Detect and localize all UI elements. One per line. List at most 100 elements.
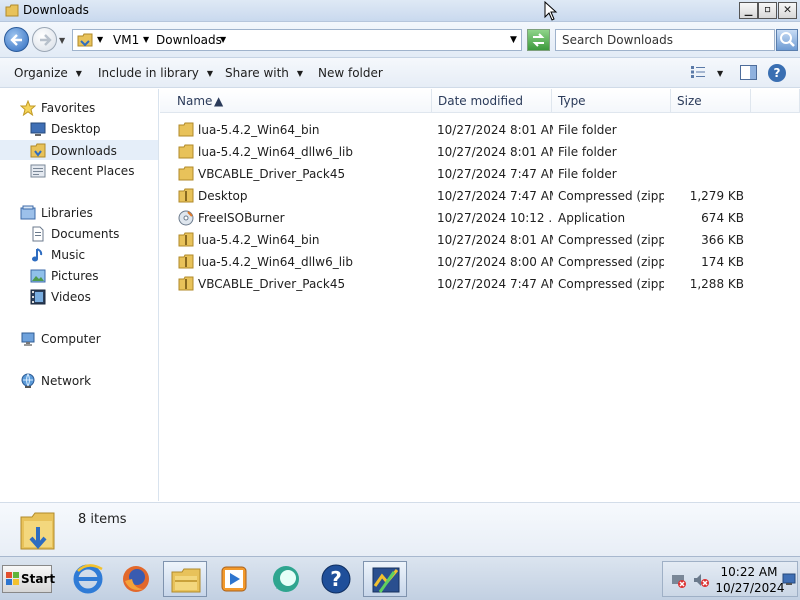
breadcrumb-vm1[interactable]: VM1 [113, 33, 139, 47]
column-header-type[interactable]: Type [552, 89, 671, 113]
window-title: Downloads [23, 3, 89, 17]
music-icon [32, 248, 43, 262]
nav-libraries[interactable]: Libraries [0, 203, 158, 223]
file-size: 366 KB [701, 233, 744, 247]
minimize-button[interactable]: _ [739, 2, 758, 19]
column-header-date[interactable]: Date modified [432, 89, 552, 113]
folder-icon [178, 144, 194, 159]
nav-computer-label: Computer [41, 332, 101, 346]
table-row[interactable]: lua-5.4.2_Win64_bin 10/27/2024 8:01 AM C… [160, 229, 760, 251]
organize-label: Organize [14, 66, 68, 80]
network-disconnected-icon[interactable] [671, 572, 687, 588]
navigation-pane: Favorites Desktop Downloads Recent Place… [0, 89, 159, 501]
nav-documents[interactable]: Documents [0, 224, 158, 244]
refresh-button[interactable] [527, 29, 550, 51]
firefox-icon[interactable] [114, 561, 158, 597]
help-icon[interactable]: ? [314, 561, 358, 597]
start-button[interactable]: Start [2, 565, 55, 593]
share-with-label: Share with [225, 66, 289, 80]
file-type: Application [558, 211, 626, 225]
nav-recent-places[interactable]: Recent Places [0, 161, 158, 181]
include-in-library-label: Include in library [98, 66, 199, 80]
videos-icon [30, 289, 46, 305]
nav-downloads[interactable]: Downloads [0, 140, 158, 160]
zip-folder-icon [178, 254, 194, 269]
file-date: 10/27/2024 7:47 AM [437, 167, 553, 181]
chevron-down-icon: ▼ [75, 69, 82, 78]
help-icon[interactable]: ? [768, 64, 786, 82]
share-with-menu[interactable]: Share with ▼ [225, 66, 303, 80]
back-button[interactable] [4, 27, 29, 52]
table-row[interactable]: VBCABLE_Driver_Pack45 10/27/2024 7:47 AM… [160, 163, 760, 185]
file-name: FreeISOBurner [198, 211, 285, 225]
documents-icon [32, 226, 44, 242]
folder-icon [178, 166, 194, 181]
address-dropdown-icon[interactable]: ▼ [510, 35, 517, 45]
details-pane: 8 items [0, 502, 800, 556]
nav-videos[interactable]: Videos [0, 287, 158, 307]
chevron-down-icon[interactable]: ▼ [220, 35, 226, 44]
search-box[interactable] [555, 29, 775, 51]
volume-muted-icon[interactable] [693, 572, 709, 588]
maximize-button[interactable]: ▫ [758, 2, 777, 19]
task-manager-icon[interactable] [363, 561, 407, 597]
file-date: 10/27/2024 8:01 AM [437, 233, 553, 247]
column-header-name[interactable]: Name ▲ [160, 89, 432, 113]
forward-button[interactable] [32, 27, 57, 52]
file-explorer-icon[interactable] [163, 561, 207, 597]
include-in-library-menu[interactable]: Include in library ▼ [98, 66, 213, 80]
taskbar: Start ? 10:22 AM 10/27/2024 [0, 556, 800, 600]
search-button[interactable] [776, 29, 798, 51]
table-row[interactable]: lua-5.4.2_Win64_dllw6_lib 10/27/2024 8:0… [160, 251, 760, 273]
chat-app-icon[interactable] [264, 561, 308, 597]
file-type: Compressed (zipp... [558, 255, 664, 269]
downloads-folder-icon [30, 143, 46, 158]
zip-folder-icon [178, 232, 194, 247]
table-row[interactable]: Desktop 10/27/2024 7:47 AM Compressed (z… [160, 185, 760, 207]
nav-favorites[interactable]: Favorites [0, 98, 158, 118]
new-folder-button[interactable]: New folder [318, 66, 383, 80]
media-player-icon[interactable] [212, 561, 256, 597]
table-row[interactable]: VBCABLE_Driver_Pack45 10/27/2024 7:47 AM… [160, 273, 760, 295]
nav-network[interactable]: Network [0, 371, 158, 391]
preview-pane-icon[interactable] [740, 65, 757, 80]
column-header-size[interactable]: Size [671, 89, 751, 113]
chevron-down-icon[interactable]: ▼ [143, 35, 149, 44]
show-desktop-icon[interactable] [782, 572, 796, 586]
nav-network-label: Network [41, 374, 92, 388]
chevron-down-icon[interactable]: ▼ [97, 35, 103, 44]
table-row[interactable]: lua-5.4.2_Win64_bin 10/27/2024 8:01 AM F… [160, 119, 760, 141]
clock-date[interactable]: 10/27/2024 [713, 581, 787, 595]
internet-explorer-icon[interactable] [66, 561, 110, 597]
table-row[interactable]: lua-5.4.2_Win64_dllw6_lib 10/27/2024 8:0… [160, 141, 760, 163]
address-box[interactable]: ▼ VM1 ▼ Downloads ▼ ▼ [72, 29, 522, 51]
sort-ascending-icon: ▲ [214, 94, 224, 108]
file-type: File folder [558, 123, 617, 137]
nav-videos-label: Videos [51, 290, 91, 304]
nav-pictures[interactable]: Pictures [0, 266, 158, 286]
clock-time[interactable]: 10:22 AM [719, 565, 779, 579]
file-date: 10/27/2024 7:47 AM [437, 189, 553, 203]
desktop-icon [30, 122, 46, 136]
libraries-icon [20, 205, 36, 220]
nav-desktop[interactable]: Desktop [0, 119, 158, 139]
nav-computer[interactable]: Computer [0, 329, 158, 349]
file-date: 10/27/2024 8:01 AM [437, 145, 553, 159]
change-view-icon[interactable] [690, 65, 706, 79]
search-input[interactable] [562, 31, 762, 49]
file-date: 10/27/2024 8:01 AM [437, 123, 553, 137]
disc-app-icon [178, 210, 194, 226]
command-bar: Organize ▼ Include in library ▼ Share with… [0, 58, 800, 88]
recent-pages-dropdown[interactable]: ▼ [59, 36, 65, 45]
nav-documents-label: Documents [51, 227, 120, 241]
nav-downloads-label: Downloads [51, 144, 117, 158]
nav-recent-places-label: Recent Places [51, 164, 135, 178]
file-name: Desktop [198, 189, 248, 203]
breadcrumb-downloads[interactable]: Downloads [156, 33, 222, 47]
close-button[interactable]: ✕ [778, 2, 797, 19]
table-row[interactable]: FreeISOBurner 10/27/2024 10:12 ... Appli… [160, 207, 760, 229]
nav-music[interactable]: Music [0, 245, 158, 265]
organize-menu[interactable]: Organize ▼ [14, 66, 82, 80]
file-name: lua-5.4.2_Win64_dllw6_lib [198, 255, 353, 269]
view-options-dropdown[interactable]: ▼ [717, 69, 723, 78]
